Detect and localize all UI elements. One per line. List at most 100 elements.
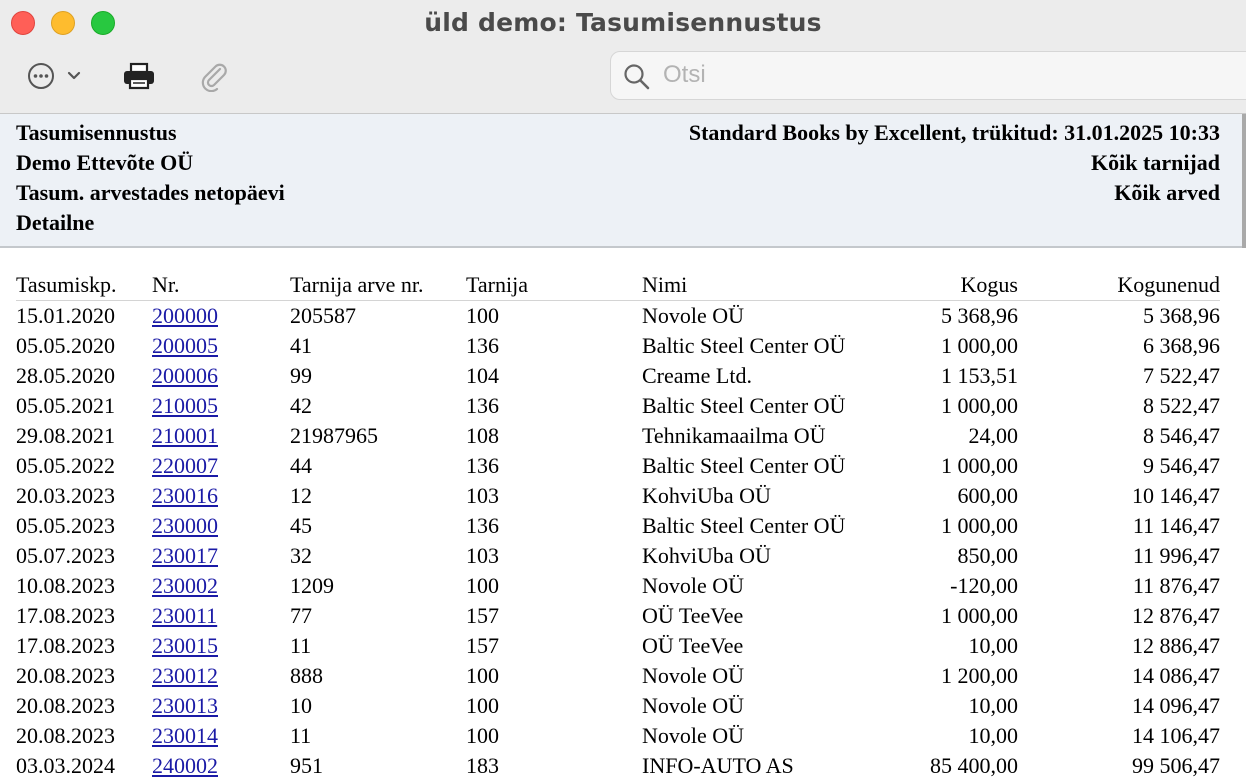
cumulative-cell: 6 368,96	[1143, 333, 1220, 358]
table-row: 17.08.2023 230011 77 157 OÜ TeeVee 1 000,00 12…	[0, 601, 1246, 631]
invoice-number-link[interactable]: 230012	[152, 661, 218, 691]
column-header-amount: Kogus	[960, 272, 1018, 297]
payment-date-cell: 20.03.2023	[16, 483, 115, 508]
table-row: 05.05.2023 230000 45 136 Baltic Steel Center…	[0, 511, 1246, 541]
calculation-mode: Tasum. arvestades netopäevi	[16, 180, 285, 205]
invoice-filter: Kõik arved	[1114, 180, 1220, 205]
supplier-name-cell: Creame Ltd.	[642, 363, 752, 388]
window-titlebar: üld demo: Tasumisennustus	[0, 0, 1246, 114]
payment-date-cell: 29.08.2021	[16, 423, 115, 448]
amount-cell: 1 200,00	[941, 663, 1018, 688]
payment-date-cell: 28.05.2020	[16, 363, 115, 388]
payment-date-cell: 20.08.2023	[16, 693, 115, 718]
table-row: 29.08.2021 210001 21987965 108 Tehnikamaailm…	[0, 421, 1246, 451]
column-header-supplier: Tarnija	[466, 272, 528, 297]
supplier-code-cell: 103	[466, 483, 499, 508]
supplier-invoice-number-cell: 11	[290, 723, 312, 748]
table-body: 15.01.2020 200000 205587 100 Novole OÜ 5 368,…	[0, 301, 1246, 781]
supplier-code-cell: 157	[466, 633, 499, 658]
invoice-number-link[interactable]: 200000	[152, 301, 218, 331]
supplier-code-cell: 183	[466, 753, 499, 778]
cumulative-cell: 11 876,47	[1132, 573, 1220, 598]
cumulative-cell: 12 886,47	[1132, 633, 1220, 658]
cumulative-cell: 8 546,47	[1143, 423, 1220, 448]
invoice-number-link[interactable]: 230015	[152, 631, 218, 661]
payment-forecast-table: Tasumiskp. Nr. Tarnija arve nr. Tarnija …	[0, 266, 1246, 781]
supplier-code-cell: 104	[466, 363, 499, 388]
amount-cell: 1 000,00	[941, 603, 1018, 628]
table-header-row: Tasumiskp. Nr. Tarnija arve nr. Tarnija …	[16, 266, 1220, 301]
column-header-cumulative: Kogunenud	[1117, 272, 1220, 297]
supplier-invoice-number-cell: 11	[290, 633, 312, 658]
payment-date-cell: 03.03.2024	[16, 753, 115, 778]
invoice-number-link[interactable]: 240002	[152, 751, 218, 781]
supplier-invoice-number-cell: 32	[290, 543, 312, 568]
supplier-code-cell: 100	[466, 693, 499, 718]
invoice-number-link[interactable]: 230002	[152, 571, 218, 601]
column-header-name: Nimi	[642, 272, 688, 297]
cumulative-cell: 11 996,47	[1132, 543, 1220, 568]
cumulative-cell: 14 096,47	[1132, 693, 1220, 718]
cumulative-cell: 14 106,47	[1132, 723, 1220, 748]
supplier-name-cell: Novole OÜ	[642, 573, 745, 598]
search-input[interactable]	[663, 60, 1223, 90]
table-row: 05.05.2020 200005 41 136 Baltic Steel Center…	[0, 331, 1246, 361]
invoice-number-link[interactable]: 230000	[152, 511, 218, 541]
printed-info: Standard Books by Excellent, trükitud: 3…	[688, 120, 1220, 145]
invoice-number-link[interactable]: 230016	[152, 481, 218, 511]
payment-date-cell: 20.08.2023	[16, 723, 115, 748]
print-button[interactable]	[118, 56, 160, 96]
supplier-filter: Kõik tarnijad	[1091, 150, 1220, 175]
supplier-code-cell: 136	[466, 513, 499, 538]
printer-icon	[124, 62, 154, 90]
amount-cell: 1 000,00	[941, 393, 1018, 418]
table-row: 20.03.2023 230016 12 103 KohviUba OÜ 600,00 10…	[0, 481, 1246, 511]
table-row: 20.08.2023 230012 888 100 Novole OÜ 1 200,00 1…	[0, 661, 1246, 691]
paperclip-icon	[201, 63, 227, 92]
supplier-invoice-number-cell: 41	[290, 333, 312, 358]
supplier-name-cell: Baltic Steel Center OÜ	[642, 333, 846, 358]
supplier-invoice-number-cell: 77	[290, 603, 312, 628]
invoice-number-link[interactable]: 210001	[152, 421, 218, 451]
search-icon	[624, 64, 650, 90]
invoice-number-link[interactable]: 200006	[152, 361, 218, 391]
supplier-name-cell: INFO-AUTO AS	[642, 753, 794, 778]
amount-cell: 850,00	[957, 543, 1019, 568]
scrollbar[interactable]	[1242, 114, 1246, 248]
payment-date-cell: 05.05.2021	[16, 393, 115, 418]
payment-date-cell: 05.05.2022	[16, 453, 115, 478]
invoice-number-link[interactable]: 230011	[152, 601, 217, 631]
column-header-number: Nr.	[152, 272, 180, 297]
table-row: 20.08.2023 230013 10 100 Novole OÜ 10,00 14 09…	[0, 691, 1246, 721]
invoice-number-link[interactable]: 230013	[152, 691, 218, 721]
supplier-name-cell: Baltic Steel Center OÜ	[642, 453, 846, 478]
amount-cell: 1 153,51	[941, 363, 1018, 388]
amount-cell: 1 000,00	[941, 513, 1018, 538]
supplier-name-cell: Novole OÜ	[642, 663, 745, 688]
attach-button[interactable]	[192, 56, 234, 96]
table-row: 28.05.2020 200006 99 104 Creame Ltd. 1 153,51…	[0, 361, 1246, 391]
more-actions-button[interactable]	[22, 56, 86, 96]
table-row: 10.08.2023 230002 1209 100 Novole OÜ -120,00 1…	[0, 571, 1246, 601]
supplier-name-cell: Novole OÜ	[642, 693, 745, 718]
invoice-number-link[interactable]: 210005	[152, 391, 218, 421]
cumulative-cell: 14 086,47	[1132, 663, 1220, 688]
amount-cell: 24,00	[968, 423, 1019, 448]
invoice-number-link[interactable]: 230014	[152, 721, 218, 751]
invoice-number-link[interactable]: 230017	[152, 541, 218, 571]
amount-cell: 5 368,96	[941, 303, 1018, 328]
payment-date-cell: 15.01.2020	[16, 303, 115, 328]
supplier-invoice-number-cell: 42	[290, 393, 312, 418]
supplier-code-cell: 103	[466, 543, 499, 568]
search-field[interactable]	[610, 51, 1246, 100]
supplier-name-cell: Baltic Steel Center OÜ	[642, 513, 846, 538]
report-title: Tasumisennustus	[16, 120, 177, 145]
table-row: 05.05.2022 220007 44 136 Baltic Steel Center…	[0, 451, 1246, 481]
table-row: 05.05.2021 210005 42 136 Baltic Steel Center…	[0, 391, 1246, 421]
ellipsis-circle-icon	[28, 63, 81, 89]
window-title: üld demo: Tasumisennustus	[424, 8, 822, 37]
payment-date-cell: 20.08.2023	[16, 663, 115, 688]
invoice-number-link[interactable]: 200005	[152, 331, 218, 361]
company-name: Demo Ettevõte OÜ	[16, 150, 194, 175]
invoice-number-link[interactable]: 220007	[152, 451, 218, 481]
